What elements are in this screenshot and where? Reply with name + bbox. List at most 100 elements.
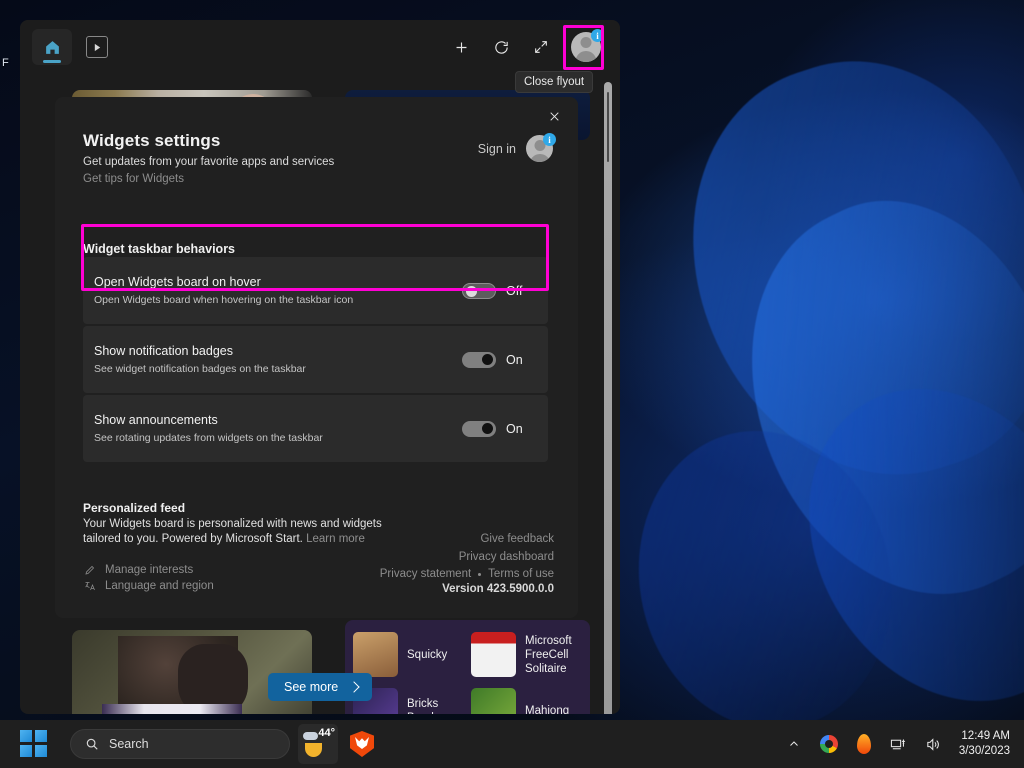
expand-button[interactable]	[530, 36, 552, 58]
search-input[interactable]: Search	[70, 729, 290, 759]
toggle-state-label: Off	[506, 283, 523, 298]
toggle-group[interactable]: On	[462, 420, 528, 437]
info-badge: i	[591, 29, 604, 42]
clock-date: 3/30/2023	[958, 745, 1010, 757]
settings-list: Open Widgets board on hover Open Widgets…	[83, 257, 548, 464]
list-item[interactable]: Microsoft FreeCell Solitaire	[471, 632, 587, 677]
list-item[interactable]: Mahjong	[471, 688, 569, 714]
see-more-button[interactable]: See more	[268, 673, 373, 701]
toggle-state-label: On	[506, 421, 523, 436]
language-icon	[83, 579, 96, 592]
plus-icon	[456, 42, 466, 52]
list-item[interactable]: Squicky	[353, 632, 447, 677]
privacy-statement-link[interactable]: Privacy statement	[380, 568, 471, 580]
games-widget-card[interactable]: Squicky Microsoft FreeCell Solitaire Bri…	[345, 620, 590, 714]
temperature-label: 44°	[318, 727, 335, 739]
language-and-region-label: Language and region	[105, 579, 214, 592]
open-on-hover-toggle[interactable]	[462, 282, 496, 299]
list-item-label: Bricks Breaker	[407, 697, 447, 715]
privacy-dashboard-link[interactable]: Privacy dashboard	[459, 551, 554, 563]
tab-active-indicator	[43, 60, 61, 63]
info-badge: i	[543, 133, 556, 146]
personalized-feed-description: Your Widgets board is personalized with …	[83, 517, 383, 547]
start-tile	[35, 745, 47, 757]
setting-description: See widget notification badges on the ta…	[94, 363, 306, 375]
scrollbar-thumb[interactable]	[607, 92, 609, 162]
language-and-region-link[interactable]: Language and region	[83, 579, 214, 592]
account-avatar-button[interactable]: i	[526, 133, 556, 163]
home-tab[interactable]	[32, 29, 72, 65]
clock-time: 12:49 AM	[961, 730, 1010, 742]
setting-title: Open Widgets board on hover	[94, 275, 261, 289]
brave-browser-icon[interactable]	[350, 731, 374, 757]
list-item-label: Microsoft FreeCell Solitaire	[525, 634, 572, 675]
flame-tray-icon[interactable]	[854, 734, 874, 754]
freecell-thumbnail	[471, 632, 516, 677]
refresh-button[interactable]	[490, 36, 512, 58]
setting-text-group: Show announcements See rotating updates …	[94, 413, 462, 444]
home-icon	[45, 40, 59, 54]
setting-row-open-on-hover[interactable]: Open Widgets board on hover Open Widgets…	[83, 257, 548, 324]
system-tray: 12:49 AM 3/30/2023	[784, 729, 1024, 759]
get-tips-link[interactable]: Get tips for Widgets	[83, 173, 554, 185]
setting-row-notification-badges[interactable]: Show notification badges See widget noti…	[83, 326, 548, 393]
video-tab[interactable]	[86, 36, 108, 58]
give-feedback-link[interactable]: Give feedback	[480, 533, 554, 545]
widgets-settings-flyout: Widgets settings Get updates from your f…	[55, 97, 578, 618]
toggle-knob	[482, 423, 493, 434]
clock[interactable]: 12:49 AM 3/30/2023	[959, 729, 1010, 759]
speaker-icon	[927, 737, 940, 751]
toggle-group[interactable]: On	[462, 351, 528, 368]
refresh-icon	[494, 40, 508, 54]
chrome-icon	[819, 735, 838, 753]
notification-badges-toggle[interactable]	[462, 351, 496, 368]
play-box-icon	[94, 43, 100, 51]
search-icon	[86, 738, 98, 750]
jersey-shape	[102, 704, 242, 714]
sign-in-area[interactable]: Sign in i	[477, 133, 556, 163]
taskbar: Search 44° 12:49 AM 3/30/2023	[0, 720, 1024, 768]
tooltip: Close flyout	[515, 71, 594, 93]
announcements-toggle[interactable]	[462, 420, 496, 437]
board-action-group: i	[450, 29, 620, 63]
terms-of-use-link[interactable]: Terms of use	[488, 568, 554, 580]
board-scrollbar[interactable]	[604, 82, 612, 714]
personalized-feed-title: Personalized feed	[83, 501, 186, 515]
separator-dot	[478, 572, 482, 576]
setting-row-announcements[interactable]: Show announcements See rotating updates …	[83, 395, 548, 462]
start-button[interactable]	[20, 730, 48, 758]
pencil-icon	[83, 563, 96, 576]
chrome-tray-icon[interactable]	[819, 734, 839, 754]
toggle-group[interactable]: Off	[462, 282, 528, 299]
network-icon	[891, 739, 906, 749]
volume-button[interactable]	[924, 734, 944, 754]
setting-text-group: Open Widgets board on hover Open Widgets…	[94, 275, 462, 306]
legal-links: Privacy statement Terms of use	[380, 568, 554, 580]
chevron-right-icon	[348, 681, 360, 693]
learn-more-link[interactable]: Learn more	[306, 533, 365, 545]
search-placeholder: Search	[109, 737, 149, 751]
show-hidden-icons-button[interactable]	[784, 734, 804, 754]
start-tile	[20, 745, 32, 757]
sign-in-label: Sign in	[477, 142, 516, 156]
widgets-board-toolbar: i	[20, 20, 620, 74]
network-button[interactable]	[889, 734, 909, 754]
list-item-label: Squicky	[407, 648, 448, 661]
add-widget-button[interactable]	[450, 36, 472, 58]
setting-title: Show announcements	[94, 413, 218, 427]
toggle-knob	[466, 286, 477, 297]
setting-text-group: Show notification badges See widget noti…	[94, 344, 462, 375]
expand-diagonal-icon	[535, 41, 547, 53]
toggle-knob	[482, 354, 493, 365]
manage-interests-link[interactable]: Manage interests	[83, 563, 193, 576]
start-tile	[20, 730, 32, 742]
toggle-state-label: On	[506, 352, 523, 367]
taskbar-weather-widget-button[interactable]: 44°	[298, 724, 338, 764]
close-button[interactable]	[541, 103, 567, 129]
account-avatar-button[interactable]: i	[570, 29, 604, 63]
section-title: Widget taskbar behaviors	[83, 242, 236, 256]
squicky-thumbnail	[353, 632, 398, 677]
sports-widget-card[interactable]	[72, 630, 312, 714]
cloud-icon	[303, 732, 318, 740]
setting-description: Open Widgets board when hovering on the …	[94, 294, 354, 306]
